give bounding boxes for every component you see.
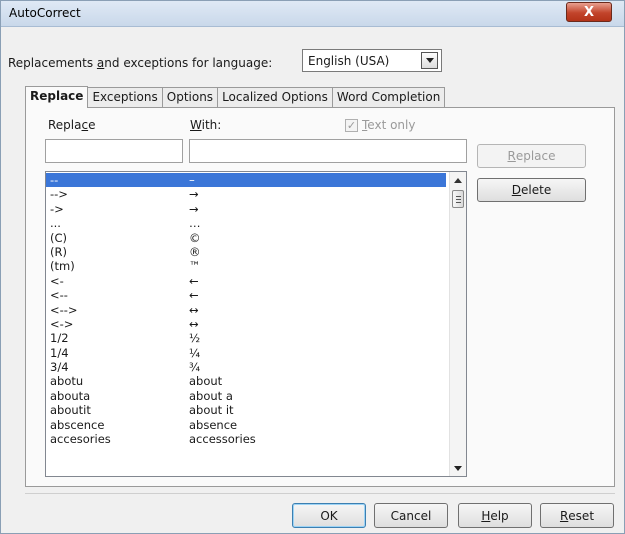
tab-word-completion[interactable]: Word Completion — [331, 87, 446, 108]
entry-replace-text: -> — [50, 201, 64, 216]
entry-replace-text: abscence — [50, 417, 105, 432]
entry-with-text: ® — [189, 244, 201, 259]
arrow-down-icon[interactable] — [450, 460, 466, 476]
reset-button[interactable]: Reset — [540, 503, 614, 528]
close-icon: X — [583, 4, 595, 20]
close-button[interactable]: X — [566, 2, 612, 22]
entry-with-text: about it — [189, 403, 234, 418]
entry-with-text: ½ — [189, 331, 201, 346]
entry-with-text: © — [189, 230, 201, 245]
replace-button[interactable]: Replace — [477, 144, 586, 168]
list-item[interactable]: <-- ← — [46, 288, 446, 302]
dialog-title: AutoCorrect — [9, 6, 81, 20]
entry-with-text: → — [189, 201, 199, 216]
list-item[interactable]: <- ← — [46, 274, 446, 288]
entry-with-text: ¼ — [189, 345, 201, 360]
entry-with-text: – — [189, 173, 195, 187]
list-item[interactable]: (R) ® — [46, 245, 446, 259]
entry-replace-text: ... — [50, 216, 61, 231]
list-item[interactable]: ... … — [46, 216, 446, 230]
entry-with-text: ← — [189, 288, 199, 303]
entry-with-text: about — [189, 374, 223, 389]
language-select[interactable]: English (USA) — [302, 49, 442, 72]
tab-localized-options[interactable]: Localized Options — [217, 87, 333, 108]
footer-divider — [25, 493, 615, 494]
entry-with-text: ¾ — [189, 360, 201, 375]
replace-label: Replace — [48, 118, 96, 132]
list-item[interactable]: abotu about — [46, 374, 446, 388]
entry-replace-text: aboutit — [50, 403, 91, 418]
entry-with-text: ← — [189, 273, 199, 288]
list-item[interactable]: 1/2 ½ — [46, 331, 446, 345]
replacement-rows: -- – --> → -> →...… (C) © (R) ® (tm) ™ <- ← <-- ← <--> ↔ <… — [46, 173, 446, 446]
cancel-button[interactable]: Cancel — [374, 503, 448, 528]
entry-with-text: … — [189, 216, 201, 231]
list-item[interactable]: aboutit about it — [46, 403, 446, 417]
arrow-up-icon[interactable] — [450, 172, 466, 188]
entry-replace-text: <- — [50, 273, 64, 288]
text-only-label: Text only — [362, 118, 416, 132]
list-item[interactable]: (tm) ™ — [46, 259, 446, 273]
entry-replace-text: 1/4 — [50, 345, 69, 360]
with-input[interactable] — [189, 139, 467, 163]
entry-replace-text: abotu — [50, 374, 84, 389]
ok-button[interactable]: OK — [292, 503, 366, 528]
chevron-down-icon[interactable] — [421, 52, 438, 69]
entry-replace-text: <-> — [50, 316, 74, 331]
replacement-list[interactable]: -- – --> → -> →...… (C) © (R) ® (tm) ™ <- ← <-- ← <--> ↔ <… — [45, 171, 467, 477]
entry-replace-text: (C) — [50, 230, 68, 245]
entry-replace-text: <--> — [50, 302, 78, 317]
list-item[interactable]: abouta about a — [46, 389, 446, 403]
list-item[interactable]: -> → — [46, 202, 446, 216]
entry-replace-text: (R) — [50, 244, 67, 259]
tab-replace[interactable]: Replace — [25, 86, 89, 108]
entry-with-text: accessories — [189, 432, 256, 447]
tab-options[interactable]: Options — [161, 87, 219, 108]
entry-replace-text: -- — [50, 173, 59, 187]
tab-bar: Replace Exceptions Options Localized Opt… — [25, 86, 446, 108]
help-button[interactable]: Help — [458, 503, 532, 528]
entry-replace-text: abouta — [50, 388, 91, 403]
list-item[interactable]: accesories accessories — [46, 432, 446, 446]
scrollbar-thumb[interactable] — [452, 190, 464, 208]
autocorrect-dialog: AutoCorrect X Replacements and exception… — [0, 0, 625, 534]
entry-replace-text: (tm) — [50, 259, 75, 274]
replace-input[interactable] — [45, 139, 183, 163]
delete-button[interactable]: Delete — [477, 178, 586, 202]
list-item[interactable]: 1/4 ¼ — [46, 346, 446, 360]
entry-replace-text: --> — [50, 187, 68, 202]
text-only-checkbox[interactable]: ✓ — [345, 119, 358, 132]
entry-replace-text: accesories — [50, 432, 111, 447]
list-item[interactable]: 3/4 ¾ — [46, 360, 446, 374]
entry-replace-text: 1/2 — [50, 331, 69, 346]
list-item[interactable]: -- – — [46, 173, 446, 188]
tab-exceptions[interactable]: Exceptions — [87, 87, 163, 108]
list-item[interactable]: (C) © — [46, 231, 446, 245]
entry-replace-text: 3/4 — [50, 360, 69, 375]
list-scrollbar[interactable] — [449, 172, 466, 476]
entry-with-text: absence — [189, 417, 238, 432]
entry-with-text: ™ — [189, 259, 201, 274]
entry-replace-text: <-- — [50, 288, 68, 303]
list-item[interactable]: <-> ↔ — [46, 317, 446, 331]
list-item[interactable]: <--> ↔ — [46, 303, 446, 317]
checkmark-icon: ✓ — [346, 119, 357, 132]
title-bar[interactable]: AutoCorrect X — [1, 1, 624, 27]
entry-with-text: → — [189, 187, 199, 202]
language-label: Replacements and exceptions for language… — [8, 56, 273, 70]
list-item[interactable]: --> → — [46, 187, 446, 201]
entry-with-text: ↔ — [189, 302, 199, 317]
entry-with-text: about a — [189, 388, 233, 403]
language-value: English (USA) — [308, 54, 390, 68]
entry-with-text: ↔ — [189, 316, 199, 331]
with-label: With: — [190, 118, 222, 132]
list-item[interactable]: abscence absence — [46, 418, 446, 432]
